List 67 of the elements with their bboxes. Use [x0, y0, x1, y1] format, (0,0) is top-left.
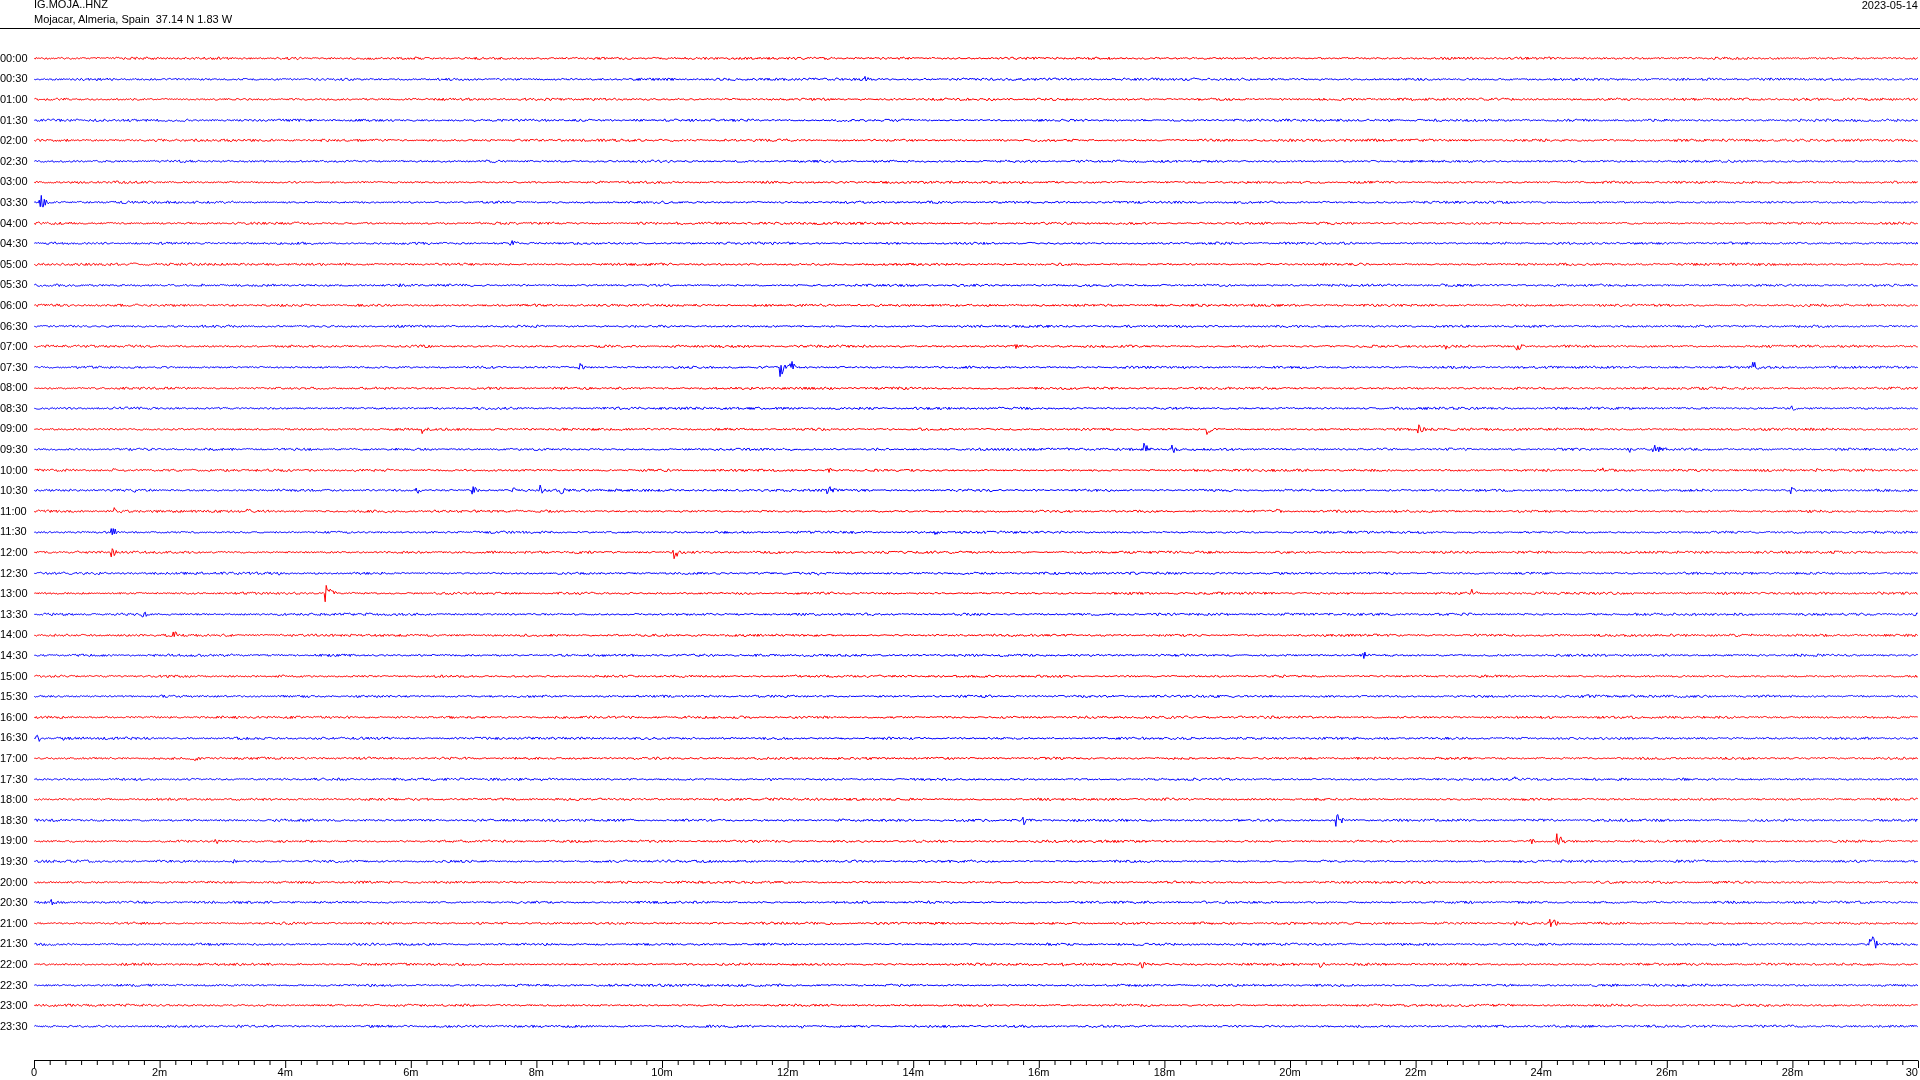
tick-label: 14m — [902, 1065, 924, 1078]
time-label: 18:30 — [0, 814, 29, 826]
time-label: 00:00 — [0, 52, 29, 64]
time-label: 15:30 — [0, 691, 29, 703]
time-label: 07:30 — [0, 361, 29, 373]
time-label: 16:30 — [0, 732, 29, 744]
time-label: 14:00 — [0, 629, 29, 641]
tick-label: 2m — [151, 1065, 168, 1078]
time-label: 08:00 — [0, 382, 29, 394]
time-label: 10:30 — [0, 485, 29, 497]
time-label: 06:30 — [0, 320, 29, 332]
time-label: 20:30 — [0, 897, 29, 909]
time-label: 04:00 — [0, 217, 29, 229]
time-label: 17:30 — [0, 773, 29, 785]
tick-label: 24m — [1530, 1065, 1552, 1078]
time-label: 14:30 — [0, 650, 29, 661]
tick-label: 20m — [1279, 1065, 1301, 1078]
time-label: 19:30 — [0, 855, 29, 867]
time-label: 22:00 — [0, 958, 29, 970]
time-label: 13:00 — [0, 588, 29, 600]
tick-label: 8m — [528, 1065, 545, 1078]
time-label: 06:00 — [0, 299, 29, 311]
time-label: 10:00 — [0, 464, 29, 476]
time-label: 22:30 — [0, 979, 29, 991]
station-location: Mojacar, Almeria, Spain 37.14 N 1.83 W — [34, 14, 233, 25]
time-label: 05:00 — [0, 258, 29, 270]
time-label: 08:30 — [0, 402, 29, 414]
tick-label: 26m — [1656, 1065, 1678, 1078]
time-label: 12:30 — [0, 567, 29, 579]
time-label: 07:00 — [0, 341, 29, 353]
station-title: IG.MOJA..HNZ — [34, 0, 109, 10]
time-label: 05:30 — [0, 279, 29, 291]
time-label: 01:00 — [0, 94, 29, 105]
tick-label: 18m — [1153, 1065, 1176, 1078]
time-label: 18:00 — [0, 794, 29, 806]
time-label: 01:30 — [0, 114, 29, 126]
time-label: 20:00 — [0, 876, 29, 888]
time-label: 03:30 — [0, 196, 29, 208]
time-label: 15:00 — [0, 670, 29, 682]
time-label: 03:00 — [0, 176, 29, 188]
time-label: 09:00 — [0, 423, 29, 435]
tick-label: 0 — [30, 1065, 38, 1078]
tick-label: 12m — [776, 1065, 799, 1078]
tick-label: 30 — [1905, 1065, 1918, 1078]
time-label: 02:00 — [0, 135, 29, 147]
time-label: 21:30 — [0, 938, 29, 950]
time-label: 23:30 — [0, 1020, 29, 1032]
time-label: 09:30 — [0, 444, 29, 456]
tick-label: 28m — [1781, 1065, 1804, 1078]
time-label: 17:00 — [0, 753, 29, 764]
date-label: 2023-05-14 — [1861, 0, 1918, 13]
time-label: 21:00 — [0, 917, 29, 929]
time-label: 00:30 — [0, 73, 29, 85]
time-label: 23:00 — [0, 1000, 29, 1012]
tick-label: 16m — [1028, 1065, 1050, 1078]
tick-label: 10m — [651, 1065, 673, 1078]
time-label: 02:30 — [0, 155, 29, 167]
time-label: 12:00 — [0, 547, 29, 559]
time-label: 13:30 — [0, 608, 29, 620]
time-label: 19:00 — [0, 835, 29, 847]
time-label: 11:00 — [0, 505, 28, 517]
tick-label: 4m — [277, 1065, 293, 1078]
time-label: 11:30 — [0, 526, 28, 538]
tick-label: 6m — [403, 1065, 419, 1078]
time-label: 04:30 — [0, 238, 29, 250]
tick-label: 22m — [1404, 1065, 1427, 1078]
time-label: 16:00 — [0, 711, 29, 723]
